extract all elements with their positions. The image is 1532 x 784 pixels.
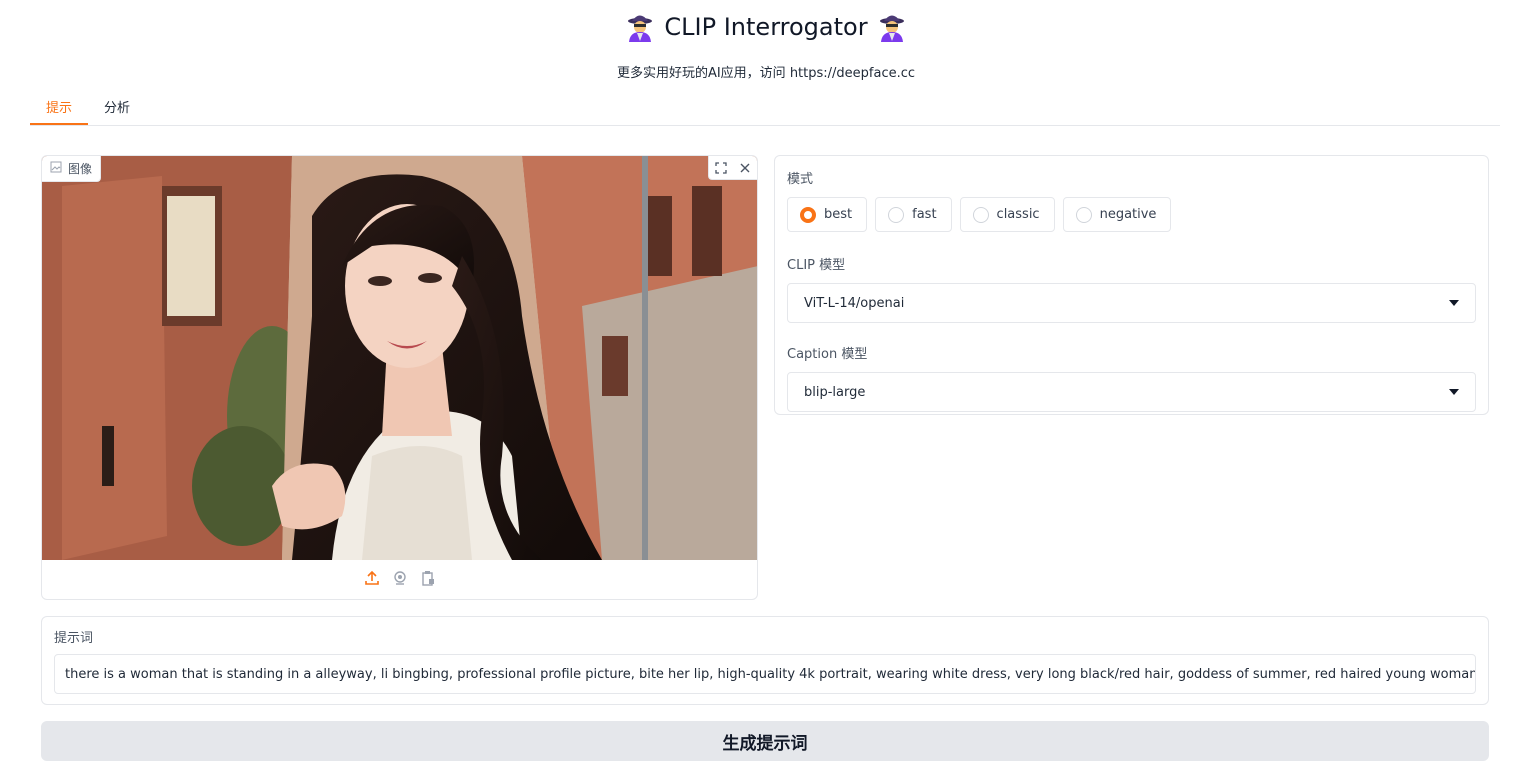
chevron-down-icon [1449, 300, 1459, 306]
radio-unchecked-icon [972, 206, 989, 223]
uploaded-image[interactable] [42, 156, 757, 560]
page-subtitle: 更多实用好玩的AI应用，访问 https://deepface.cc [616, 66, 916, 81]
mode-option-best[interactable]: best [787, 197, 868, 232]
webcam-icon[interactable] [391, 569, 409, 587]
radio-unchecked-icon [1075, 206, 1092, 223]
prompt-output-textbox[interactable]: there is a woman that is standing in a a… [54, 654, 1476, 694]
mode-option-label: best [824, 207, 853, 222]
image-source-row [42, 567, 757, 589]
clip-model-label: CLIP 模型 [787, 258, 846, 273]
tab-bar: 提示 分析 [30, 96, 1500, 126]
clip-model-value: ViT-L-14/openai [804, 295, 905, 311]
caption-model-value: blip-large [804, 384, 866, 400]
image-toolbar [708, 156, 757, 180]
page-header: CLIP Interrogator [0, 12, 1532, 42]
close-icon[interactable] [733, 156, 757, 180]
image-label-text: 图像 [68, 162, 93, 176]
settings-panel: 模式 best fast classic negative CLIP 模型 Vi… [774, 155, 1489, 415]
mode-label: 模式 [787, 172, 814, 187]
mode-option-label: negative [1099, 207, 1157, 222]
tab-prompt[interactable]: 提示 [30, 96, 89, 125]
mode-option-classic[interactable]: classic [959, 197, 1055, 232]
clipboard-icon[interactable] [419, 569, 437, 587]
radio-checked-icon [800, 206, 816, 223]
mode-radio-group: best fast classic negative [787, 197, 1476, 232]
fullscreen-icon[interactable] [709, 156, 733, 180]
upload-icon[interactable] [363, 569, 381, 587]
detective-icon [878, 12, 906, 42]
page-title: CLIP Interrogator [664, 13, 868, 41]
mode-option-negative[interactable]: negative [1062, 197, 1172, 232]
app-root: CLIP Interrogator 更多实用好玩的AI应用，访问 https:/… [0, 0, 1532, 784]
mode-option-label: classic [996, 207, 1040, 222]
generate-prompt-button[interactable]: 生成提示词 [41, 721, 1489, 761]
image-input-label: 图像 [42, 156, 102, 182]
caption-model-label: Caption 模型 [787, 347, 868, 362]
prompt-output-label: 提示词 [54, 631, 94, 646]
clip-model-dropdown[interactable]: ViT-L-14/openai [787, 283, 1476, 323]
chevron-down-icon [1449, 389, 1459, 395]
radio-unchecked-icon [888, 206, 905, 223]
prompt-output-panel: 提示词 there is a woman that is standing in… [41, 616, 1489, 705]
detective-icon [626, 12, 654, 42]
caption-model-dropdown[interactable]: blip-large [787, 372, 1476, 412]
tab-analyze[interactable]: 分析 [88, 96, 146, 125]
image-icon [50, 161, 62, 176]
mode-option-label: fast [912, 207, 937, 222]
mode-option-fast[interactable]: fast [875, 197, 952, 232]
image-input-panel: 图像 [41, 155, 758, 600]
